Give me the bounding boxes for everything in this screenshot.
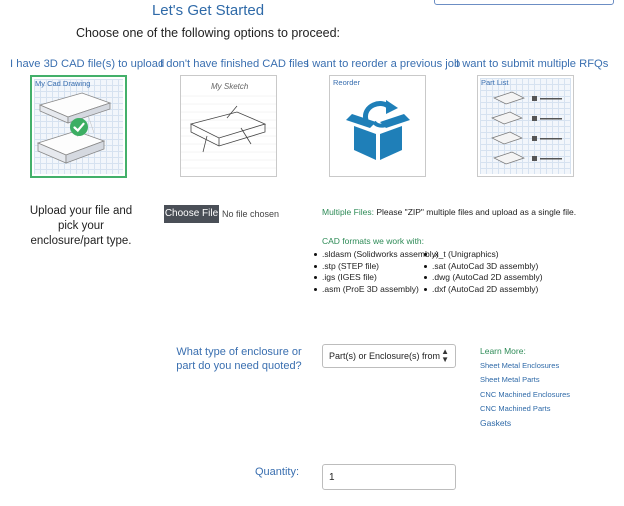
option-card-cad-upload[interactable]: My Cad Drawing [30, 75, 127, 178]
check-circle-icon [70, 118, 88, 136]
cad-formats-right-column: .x_t (Unigraphics) .sat (AutoCad 3D asse… [424, 249, 543, 295]
enclosure-type-select[interactable]: Part(s) or Enclosure(s) from o ▲ ▼ [322, 344, 456, 368]
learn-more-title: Learn More: [480, 346, 526, 356]
option-label-reorder[interactable]: I want to reorder a previous job [306, 58, 460, 70]
upload-instructions: Upload your file and pick your enclosure… [29, 205, 133, 247]
quantity-label: Quantity: [255, 466, 300, 478]
top-right-box[interactable] [434, 0, 614, 5]
format-item: .dxf (AutoCad 2D assembly) [424, 284, 543, 296]
option-card-sketch[interactable]: My Sketch [180, 75, 277, 177]
format-item: .x_t (Unigraphics) [424, 249, 543, 261]
option-label-upload[interactable]: I have 3D CAD file(s) to upload [10, 58, 164, 70]
page-subtitle: Choose one of the following options to p… [75, 26, 341, 40]
learn-more-link-gaskets[interactable]: Gaskets [480, 418, 511, 428]
format-item: .asm (ProE 3D assembly) [314, 284, 439, 296]
learn-more-link-sheet-metal-enclosures[interactable]: Sheet Metal Enclosures [480, 361, 559, 370]
reorder-box-icon [346, 100, 410, 160]
format-item: .sat (AutoCad 3D assembly) [424, 261, 543, 273]
select-value: Part(s) or Enclosure(s) from o [329, 351, 441, 361]
cad-formats-title: CAD formats we work with: [322, 236, 425, 246]
option-label-multiple-rfqs[interactable]: I want to submit multiple RFQs [456, 58, 608, 70]
option-card-part-list[interactable]: Part List [477, 75, 574, 177]
multiple-files-label: Multiple Files: [322, 207, 374, 217]
format-item: .igs (IGES file) [314, 272, 439, 284]
option-label-sketch[interactable]: I don't have finished CAD files [160, 58, 309, 70]
format-item: .stp (STEP file) [314, 261, 439, 273]
sketch-illustration [181, 95, 276, 169]
part-list-illustration [491, 91, 562, 165]
choose-file-button[interactable]: Choose File [164, 205, 219, 223]
multiple-files-text: Please "ZIP" multiple files and upload a… [373, 207, 577, 217]
option-card-reorder[interactable]: Reorder [329, 75, 426, 177]
learn-more-link-sheet-metal-parts[interactable]: Sheet Metal Parts [480, 375, 540, 384]
page-title: Let's Get Started [151, 2, 265, 19]
format-item: .dwg (AutoCad 2D assembly) [424, 272, 543, 284]
learn-more-link-cnc-enclosures[interactable]: CNC Machined Enclosures [480, 390, 570, 399]
enclosure-type-question: What type of enclosure or part do you ne… [176, 346, 302, 372]
cad-formats-left-column: .sldasm (Solidworks assembly) .stp (STEP… [314, 249, 439, 295]
quantity-input[interactable] [322, 464, 456, 490]
updown-arrow-icon: ▲ ▼ [441, 347, 449, 364]
multiple-files-note: Multiple Files: Please "ZIP" multiple fi… [322, 207, 576, 217]
format-item: .sldasm (Solidworks assembly) [314, 249, 439, 261]
no-file-chosen-text: No file chosen [222, 209, 280, 219]
learn-more-link-cnc-parts[interactable]: CNC Machined Parts [480, 404, 550, 413]
card-caption: My Sketch [211, 82, 249, 91]
